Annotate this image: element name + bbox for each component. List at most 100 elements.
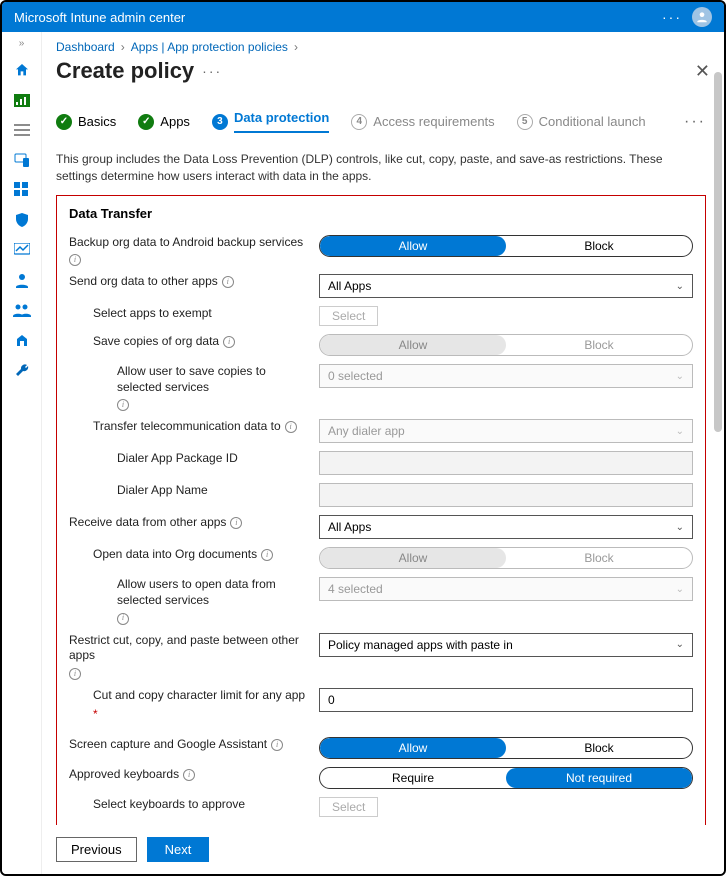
previous-button[interactable]: Previous [56, 837, 137, 862]
user-icon [695, 10, 709, 24]
keyboards-require[interactable]: Require [320, 768, 506, 788]
dialerpkg-label: Dialer App Package ID [117, 451, 238, 467]
openorg-label: Open data into Org documents [93, 547, 257, 563]
dashboard-icon[interactable] [13, 91, 31, 109]
screencap-allow[interactable]: Allow [320, 738, 506, 758]
security-icon[interactable] [13, 211, 31, 229]
info-icon[interactable]: i [230, 517, 242, 529]
check-icon: ✓ [56, 114, 72, 130]
send-value: All Apps [328, 279, 371, 293]
saveservices-select: 0 selected ⌄ [319, 364, 693, 388]
screencap-toggle[interactable]: Allow Block [319, 737, 693, 759]
saveservices-label: Allow user to save copies to selected se… [117, 364, 311, 395]
list-icon[interactable] [13, 121, 31, 139]
info-icon[interactable]: i [117, 613, 129, 625]
savecopies-label: Save copies of org data [93, 334, 219, 350]
title-more-icon[interactable]: ··· [202, 63, 222, 79]
charlimit-label: Cut and copy character limit for any app [93, 688, 305, 704]
breadcrumb: Dashboard › Apps | App protection polici… [42, 32, 724, 54]
wizard-more-icon[interactable]: ··· [684, 113, 706, 131]
info-icon[interactable]: i [69, 668, 81, 680]
telecom-label: Transfer telecommunication data to [93, 419, 281, 435]
receive-select[interactable]: All Apps ⌄ [319, 515, 693, 539]
info-icon[interactable]: i [183, 769, 195, 781]
chevron-down-icon: ⌄ [676, 371, 684, 382]
check-icon: ✓ [138, 114, 154, 130]
scrollbar-thumb[interactable] [714, 72, 722, 432]
home-icon[interactable] [13, 61, 31, 79]
backup-label: Backup org data to Android backup servic… [69, 235, 303, 251]
step-access-requirements[interactable]: 4 Access requirements [351, 114, 494, 130]
chevron-down-icon: ⌄ [676, 281, 684, 292]
troubleshoot-icon[interactable] [13, 361, 31, 379]
step-apps[interactable]: ✓ Apps [138, 114, 190, 130]
devices-icon[interactable] [13, 151, 31, 169]
required-star: * [93, 707, 98, 723]
restrict-value: Policy managed apps with paste in [328, 638, 513, 652]
openservices-select: 4 selected ⌄ [319, 577, 693, 601]
nav-collapse-icon[interactable]: » [19, 38, 25, 49]
info-icon[interactable]: i [69, 254, 81, 266]
saveservices-value: 0 selected [328, 369, 383, 383]
receive-value: All Apps [328, 520, 371, 534]
keyboards-label: Approved keyboards [69, 767, 179, 783]
chevron-down-icon: ⌄ [676, 639, 684, 650]
section-description: This group includes the Data Loss Preven… [56, 145, 706, 195]
openorg-toggle: Allow Block [319, 547, 693, 569]
telecom-select: Any dialer app ⌄ [319, 419, 693, 443]
info-icon[interactable]: i [223, 336, 235, 348]
receive-label: Receive data from other apps [69, 515, 226, 531]
next-button[interactable]: Next [147, 837, 210, 862]
step-data-protection[interactable]: 3 Data protection [212, 110, 329, 133]
step-conditional-launch[interactable]: 5 Conditional launch [517, 114, 646, 130]
send-label: Send org data to other apps [69, 274, 218, 290]
keyboards-notrequired[interactable]: Not required [506, 768, 692, 788]
openservices-label: Allow users to open data from selected s… [117, 577, 311, 608]
breadcrumb-dashboard[interactable]: Dashboard [56, 40, 115, 54]
reports-icon[interactable] [13, 241, 31, 259]
topbar: Microsoft Intune admin center ··· [2, 2, 724, 32]
app-title: Microsoft Intune admin center [14, 10, 185, 25]
backup-toggle[interactable]: Allow Block [319, 235, 693, 257]
wizard-steps: ✓ Basics ✓ Apps 3 Data protection 4 Acce… [56, 92, 706, 145]
charlimit-input[interactable] [319, 688, 693, 712]
topbar-more-icon[interactable]: ··· [662, 9, 682, 25]
chevron-down-icon: ⌄ [676, 522, 684, 533]
selectkbd-label: Select keyboards to approve [93, 797, 245, 813]
backup-allow[interactable]: Allow [320, 236, 506, 256]
screencap-block[interactable]: Block [506, 738, 692, 758]
send-select[interactable]: All Apps ⌄ [319, 274, 693, 298]
tenant-icon[interactable] [13, 331, 31, 349]
left-nav: » [2, 32, 42, 874]
page-title: Create policy [56, 58, 194, 84]
dialername-input [319, 483, 693, 507]
info-icon[interactable]: i [261, 549, 273, 561]
users-icon[interactable] [13, 271, 31, 289]
apps-icon[interactable] [13, 181, 31, 199]
dialerpkg-input [319, 451, 693, 475]
info-icon[interactable]: i [117, 399, 129, 411]
info-icon[interactable]: i [271, 739, 283, 751]
screencap-label: Screen capture and Google Assistant [69, 737, 267, 753]
telecom-value: Any dialer app [328, 424, 405, 438]
groups-icon[interactable] [13, 301, 31, 319]
wizard-footer: Previous Next [42, 825, 724, 874]
avatar[interactable] [692, 7, 712, 27]
savecopies-toggle: Allow Block [319, 334, 693, 356]
openservices-value: 4 selected [328, 582, 383, 596]
openorg-block: Block [506, 548, 692, 568]
chevron-down-icon: ⌄ [676, 584, 684, 595]
restrict-select[interactable]: Policy managed apps with paste in ⌄ [319, 633, 693, 657]
keyboards-toggle[interactable]: Require Not required [319, 767, 693, 789]
step-basics[interactable]: ✓ Basics [56, 114, 116, 130]
chevron-right-icon: › [294, 40, 298, 54]
dialername-label: Dialer App Name [117, 483, 208, 499]
info-icon[interactable]: i [222, 276, 234, 288]
info-icon[interactable]: i [285, 421, 297, 433]
backup-block[interactable]: Block [506, 236, 692, 256]
chevron-down-icon: ⌄ [676, 426, 684, 437]
breadcrumb-apps[interactable]: Apps | App protection policies [131, 40, 288, 54]
section-title: Data Transfer [69, 206, 693, 221]
restrict-label: Restrict cut, copy, and paste between ot… [69, 633, 311, 664]
close-icon[interactable]: ✕ [695, 61, 710, 82]
